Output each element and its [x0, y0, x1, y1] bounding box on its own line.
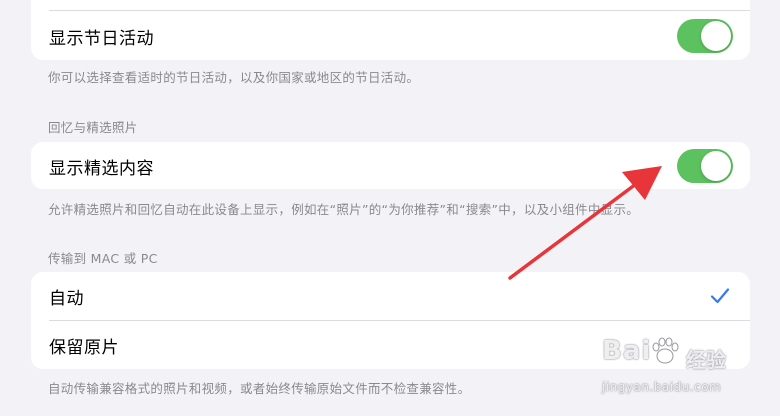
row-divider [49, 10, 750, 11]
transfer-option-automatic[interactable]: 自动 [31, 272, 750, 320]
featured-content-label: 显示精选内容 [49, 158, 154, 179]
paw-logo-icon [652, 337, 679, 364]
watermark-brand: Bai [602, 336, 652, 366]
featured-content-footer: 允许精选照片和回忆自动在此设备上显示，例如在“照片”的“为你推荐”和“搜索”中，… [48, 202, 640, 217]
holiday-events-toggle[interactable] [677, 19, 733, 53]
transfer-option-label: 自动 [49, 288, 84, 309]
watermark-suffix: 经验 [686, 348, 726, 372]
featured-settings-card: 显示精选内容 [31, 142, 750, 189]
toggle-knob [701, 151, 731, 181]
featured-section-header: 回忆与精选照片 [48, 120, 138, 135]
watermark-url: jingyan.baidu.com [602, 380, 722, 394]
holiday-events-label: 显示节日活动 [49, 28, 154, 49]
transfer-section-header: 传输到 MAC 或 PC [48, 251, 158, 266]
holiday-settings-card: 显示节日活动 [31, 0, 750, 60]
transfer-footer: 自动传输兼容格式的照片和视频，或者始终传输原始文件而不检查兼容性。 [48, 381, 471, 396]
baidu-watermark: Bai 经验 jingyan.baidu.com [596, 330, 746, 410]
checkmark-icon [710, 288, 730, 304]
toggle-knob [701, 21, 731, 51]
featured-content-row[interactable]: 显示精选内容 [31, 142, 750, 189]
holiday-events-row[interactable]: 显示节日活动 [31, 12, 750, 60]
holiday-events-footer: 你可以选择查看适时的节日活动，以及你国家或地区的节日活动。 [48, 70, 420, 85]
featured-content-toggle[interactable] [677, 149, 733, 183]
transfer-option-label: 保留原片 [49, 337, 119, 358]
